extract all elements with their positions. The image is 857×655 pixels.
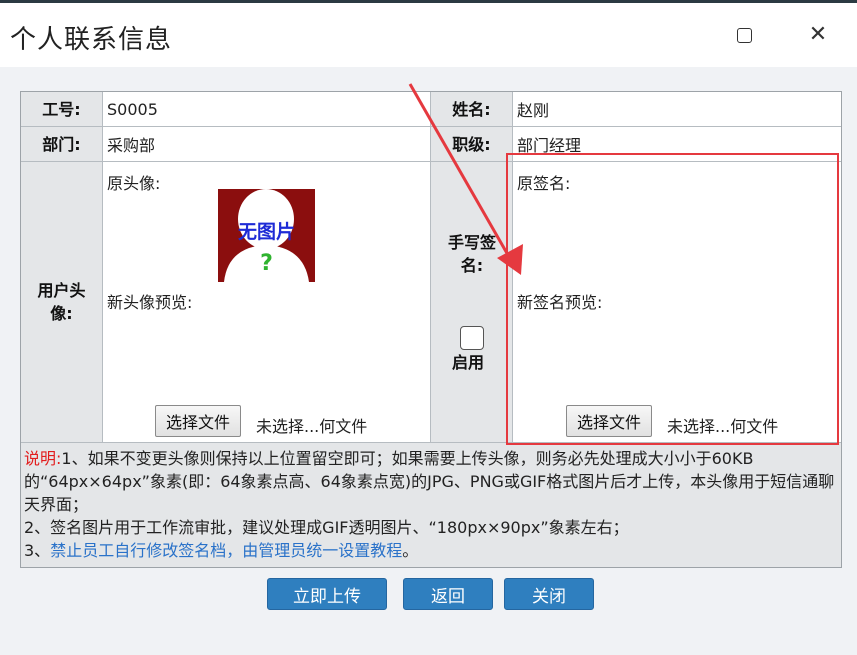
question-mark-icon: ? — [260, 251, 273, 276]
contact-info-form: 工号: S0005 姓名: 赵刚 部门: 采购部 职级: 部门经理 用户头像: … — [20, 91, 842, 568]
window-titlebar: 个人联系信息 ✕ — [0, 3, 857, 67]
signature-label-cell: 手写签名: 启用 — [431, 162, 513, 443]
enable-signature-label: 启用 — [452, 353, 485, 372]
window-title: 个人联系信息 — [10, 25, 173, 55]
choose-avatar-file-button[interactable]: 选择文件 — [155, 405, 242, 437]
department-value: 采购部 — [103, 127, 431, 162]
note-line-3-prefix: 3、 — [24, 541, 51, 560]
enable-signature-checkbox[interactable] — [460, 326, 484, 350]
note-line-2: 2、签名图片用于工作流审批，建议处理成GIF透明图片、“180px×90px”象… — [24, 518, 629, 537]
close-window-button[interactable]: ✕ — [798, 17, 838, 53]
choose-signature-file-button[interactable]: 选择文件 — [566, 405, 653, 437]
name-label: 姓名: — [431, 92, 513, 127]
avatar-file-status: 未选择...何文件 — [256, 417, 368, 436]
note-prefix: 说明: — [24, 449, 62, 468]
back-button[interactable]: 返回 — [403, 578, 493, 610]
note-line-3-suffix: 。 — [402, 541, 419, 560]
employee-id-value: S0005 — [103, 92, 431, 127]
upload-now-button[interactable]: 立即上传 — [267, 578, 387, 610]
rank-label: 职级: — [431, 127, 513, 162]
instructions-note: 说明:1、如果不变更头像则保持以上位置留空即可；如果需要上传头像，则务必先处理成… — [21, 443, 841, 567]
maximize-button[interactable] — [724, 17, 764, 53]
avatar-label-text: 用户头像: — [37, 281, 86, 323]
close-icon: ✕ — [808, 22, 828, 47]
signature-file-status: 未选择...何文件 — [667, 417, 779, 436]
rank-value: 部门经理 — [513, 127, 841, 162]
avatar-placeholder-text: 无图片 — [237, 221, 295, 243]
note-line-1: 1、如果不变更头像则保持以上位置留空即可；如果需要上传头像，则务必先处理成大小小… — [24, 449, 835, 514]
avatar-label: 用户头像: — [21, 162, 103, 443]
department-label: 部门: — [21, 127, 103, 162]
name-value: 赵刚 — [513, 92, 841, 127]
original-signature-caption: 原签名: — [517, 174, 571, 193]
new-signature-preview-caption: 新签名预览: — [517, 293, 603, 312]
signature-label: 手写签名: — [448, 233, 497, 275]
new-avatar-preview-caption: 新头像预览: — [107, 293, 193, 312]
employee-id-label: 工号: — [21, 92, 103, 127]
signature-admin-tutorial-link[interactable]: 禁止员工自行修改签名档，由管理员统一设置教程 — [50, 541, 402, 560]
original-avatar-caption: 原头像: — [107, 174, 161, 193]
maximize-icon — [736, 27, 752, 43]
close-button[interactable]: 关闭 — [504, 578, 594, 610]
avatar-placeholder-image: 无图片 ? — [218, 189, 315, 282]
